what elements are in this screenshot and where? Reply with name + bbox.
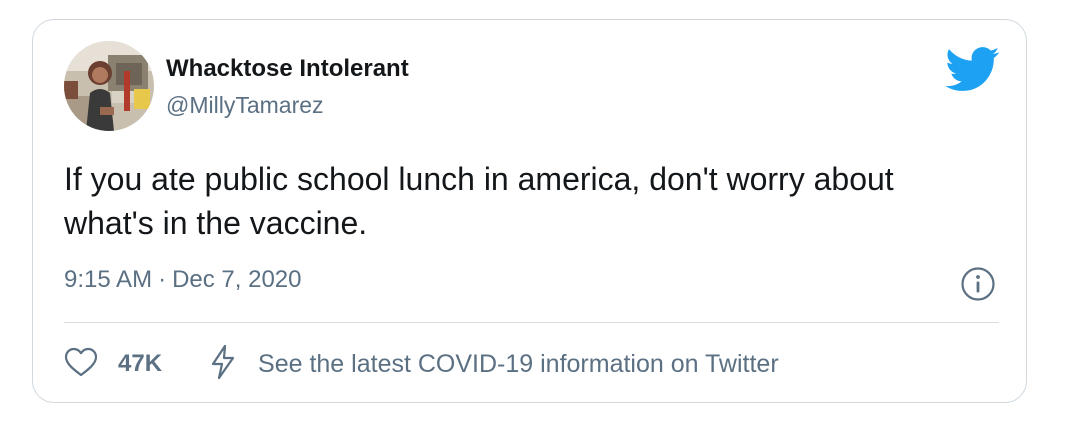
tweet-timestamp[interactable]: 9:15 AM · Dec 7, 2020 [64, 266, 301, 294]
meta-separator: · [158, 266, 167, 293]
like-count[interactable]: 47K [118, 350, 162, 378]
divider [64, 322, 999, 323]
tweet-card[interactable]: Whacktose Intolerant @MillyTamarez If yo… [32, 19, 1027, 403]
author-display-name[interactable]: Whacktose Intolerant [166, 55, 409, 83]
heart-icon[interactable] [64, 347, 98, 382]
author-handle[interactable]: @MillyTamarez [166, 92, 324, 119]
lightning-icon[interactable] [210, 344, 236, 385]
action-row: 47K See the latest COVID-19 information … [64, 342, 779, 386]
tweet-text: If you ate public school lunch in americ… [64, 161, 894, 241]
info-icon[interactable] [960, 266, 996, 302]
tweet-time[interactable]: 9:15 AM [64, 266, 152, 293]
covid-info-link[interactable]: See the latest COVID-19 information on T… [210, 344, 779, 385]
tweet-date[interactable]: Dec 7, 2020 [172, 266, 301, 293]
twitter-bird-icon[interactable] [945, 47, 1000, 91]
covid-info-text[interactable]: See the latest COVID-19 information on T… [258, 350, 779, 379]
avatar[interactable] [64, 41, 154, 131]
like-button[interactable]: 47K [64, 347, 162, 382]
